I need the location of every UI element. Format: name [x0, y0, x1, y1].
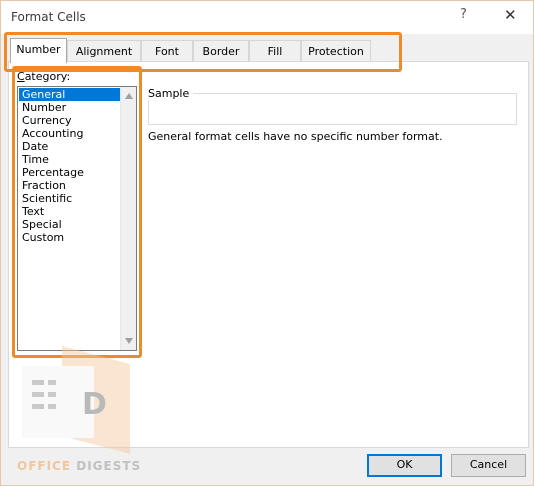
- close-icon[interactable]: ✕: [504, 6, 517, 24]
- category-item-scientific[interactable]: Scientific: [19, 192, 122, 205]
- category-item-custom[interactable]: Custom: [19, 231, 122, 244]
- tab-protection[interactable]: Protection: [301, 40, 371, 62]
- help-icon[interactable]: ?: [460, 7, 467, 22]
- cancel-button[interactable]: Cancel: [451, 454, 526, 477]
- sample-label: Sample: [148, 87, 194, 100]
- dialog-title: Format Cells: [11, 10, 86, 24]
- title-bar: Format Cells ? ✕: [1, 1, 533, 34]
- vertical-scrollbar[interactable]: [120, 87, 136, 350]
- category-item-time[interactable]: Time: [19, 153, 122, 166]
- tab-fill[interactable]: Fill: [249, 40, 301, 62]
- format-description: General format cells have no specific nu…: [148, 130, 443, 143]
- tab-number[interactable]: Number: [10, 38, 67, 63]
- category-list: General Number Currency Accounting Date Time P…: [19, 88, 122, 244]
- tab-strip: Number Alignment Font Border Fill Protec…: [1, 34, 533, 63]
- logo-letter: D: [82, 387, 107, 422]
- category-item-currency[interactable]: Currency: [19, 114, 122, 127]
- tab-border[interactable]: Border: [193, 40, 249, 62]
- sample-box: [148, 93, 517, 125]
- category-item-special[interactable]: Special: [19, 218, 122, 231]
- category-item-date[interactable]: Date: [19, 140, 122, 153]
- tab-font[interactable]: Font: [141, 40, 193, 62]
- office-digests-logo-icon: D: [22, 346, 130, 454]
- ok-button[interactable]: OK: [367, 454, 442, 477]
- category-listbox[interactable]: General Number Currency Accounting Date Time P…: [17, 86, 137, 351]
- category-item-text[interactable]: Text: [19, 205, 122, 218]
- watermark-text: OFFICE DIGESTS: [17, 459, 142, 473]
- tab-alignment[interactable]: Alignment: [67, 40, 141, 62]
- category-item-general[interactable]: General: [19, 88, 122, 101]
- category-item-accounting[interactable]: Accounting: [19, 127, 122, 140]
- category-item-fraction[interactable]: Fraction: [19, 179, 122, 192]
- scroll-down-icon[interactable]: [125, 338, 133, 344]
- category-item-number[interactable]: Number: [19, 101, 122, 114]
- category-item-percentage[interactable]: Percentage: [19, 166, 122, 179]
- category-label: Category:: [17, 70, 71, 83]
- scroll-up-icon[interactable]: [125, 93, 133, 99]
